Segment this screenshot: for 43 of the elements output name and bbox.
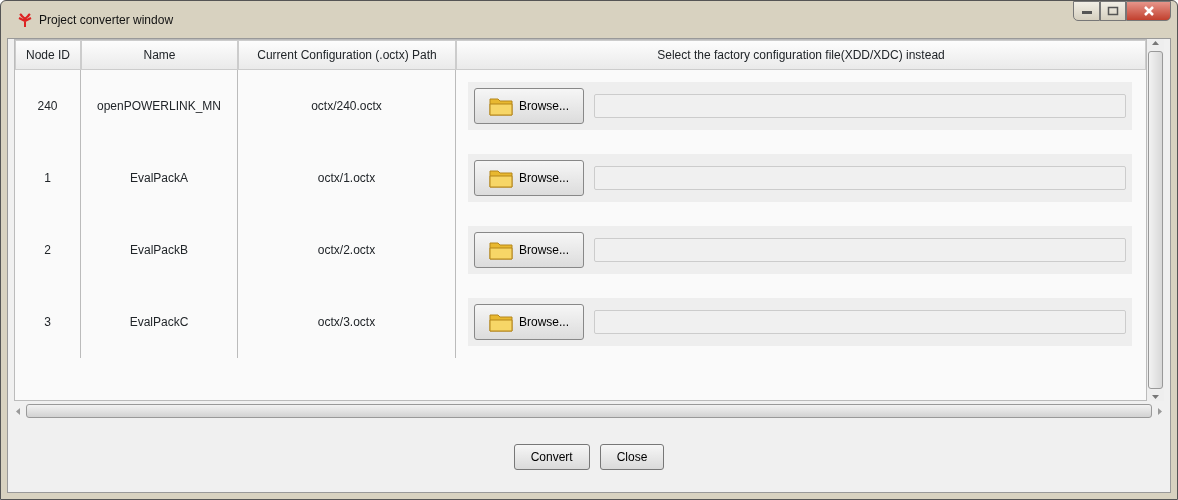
table-cell-text: 3 [44,314,51,331]
scroll-left-arrow-icon [14,406,22,416]
close-icon [1142,6,1155,16]
browse-button[interactable]: Browse... [474,88,584,124]
browse-button[interactable]: Browse... [474,232,584,268]
browse-button[interactable]: Browse... [474,160,584,196]
browse-button[interactable]: Browse... [474,304,584,340]
column-header: Name [81,40,238,70]
folder-icon [489,312,513,332]
maximize-button[interactable] [1100,1,1126,21]
file-path-field[interactable] [594,310,1126,334]
maximize-icon [1107,6,1119,16]
close-window-button[interactable] [1126,1,1171,21]
table-cell-text: octx/1.octx [317,170,376,187]
window-title: Project converter window [39,11,174,29]
file-path-field[interactable] [594,94,1126,118]
scroll-down-arrow-icon [1151,393,1160,401]
scroll-up-arrow-icon [1151,39,1160,47]
file-path-field[interactable] [594,238,1126,262]
scroll-right-arrow-icon [1156,406,1164,416]
folder-icon [489,240,513,260]
app-icon [17,12,33,27]
table-cell-text: openPOWERLINK_MN [96,98,221,115]
folder-icon [489,168,513,188]
vertical-scrollbar[interactable] [1147,39,1164,401]
table-cell-text: 2 [44,242,51,259]
column-header: Current Configuration (.octx) Path [238,40,456,70]
dialog-button[interactable]: Convert [513,443,590,470]
minimize-button[interactable] [1073,1,1100,21]
column-header: Node ID [15,40,81,70]
table-cell-text: octx/3.octx [317,314,376,331]
table-cell-text: 240 [37,98,58,115]
table-cell-text: octx/2.octx [317,242,376,259]
table-cell-text: EvalPackC [129,314,189,331]
file-path-field[interactable] [594,166,1126,190]
table-cell-text: EvalPackA [130,170,188,187]
table-cell-text: 1 [44,170,51,187]
folder-icon [489,96,513,116]
table-cell-text: EvalPackB [130,242,188,259]
dialog-button[interactable]: Close [599,443,665,470]
column-header: Select the factory configuration file(XDD/XDC) instead [456,40,1146,70]
horizontal-scrollbar[interactable] [14,401,1164,421]
table-cell-text: octx/240.octx [311,98,382,115]
